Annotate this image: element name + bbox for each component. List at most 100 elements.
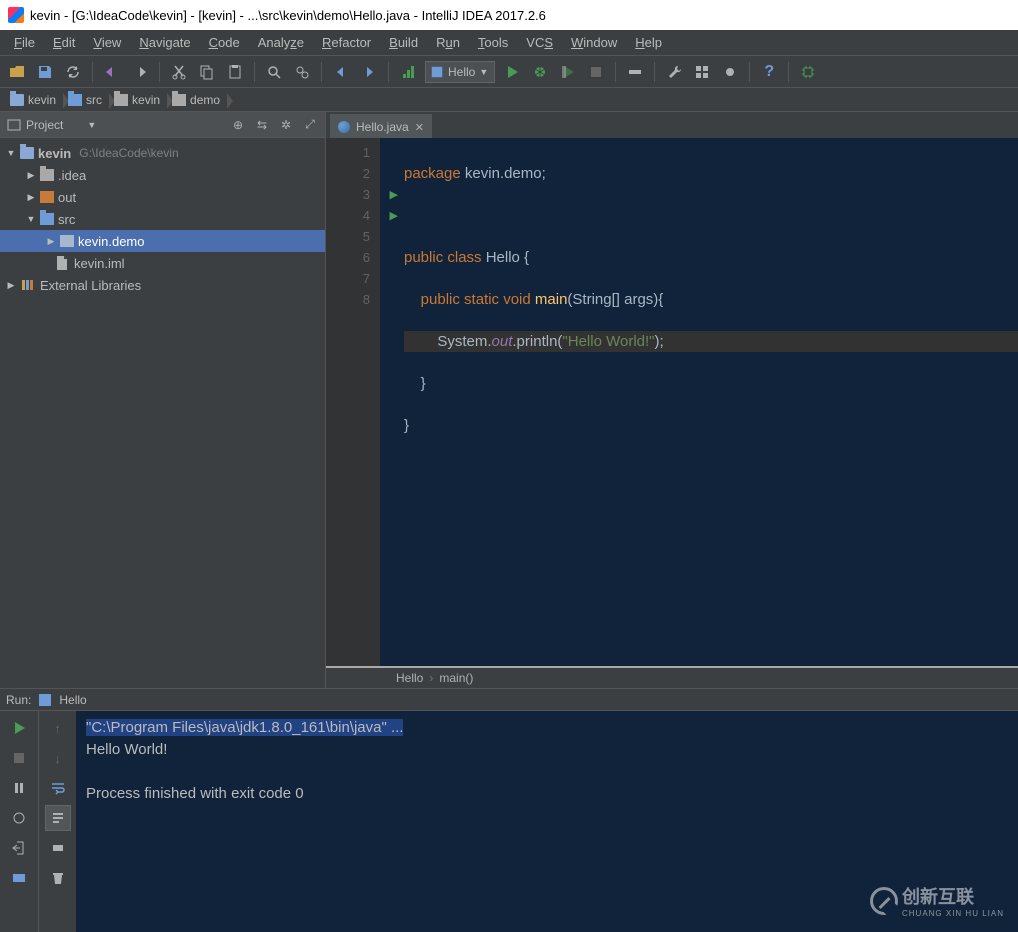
run-gutter-icon[interactable]: ▶ (390, 188, 398, 201)
line-number[interactable]: 8 (326, 289, 380, 310)
rerun-icon[interactable] (6, 715, 32, 741)
paste-icon[interactable] (224, 61, 246, 83)
find-icon[interactable] (263, 61, 285, 83)
console-output[interactable]: "C:\Program Files\java\jdk1.8.0_161\bin\… (76, 711, 1018, 932)
menu-view[interactable]: View (85, 33, 129, 52)
line-number[interactable]: 1 (326, 142, 380, 163)
stop-icon[interactable] (585, 61, 607, 83)
project-tree: ▼kevinG:\IdeaCode\kevin ▶.idea ▶out ▼src… (0, 138, 325, 300)
editor-area: Hello.java ✕ 1 2 3▶ 4▶ 5 6 7 8 package k… (326, 112, 1018, 688)
wrench-icon[interactable] (663, 61, 685, 83)
crumb-pkg1[interactable]: kevin (110, 91, 168, 109)
menu-file[interactable]: File (6, 33, 43, 52)
down-icon[interactable]: ↓ (45, 745, 71, 771)
line-number[interactable]: 7 (326, 268, 380, 289)
collapse-all-icon[interactable]: ⇆ (253, 116, 271, 134)
run-config-name: Hello (59, 693, 86, 707)
close-icon[interactable]: ✕ (415, 121, 424, 134)
pause-icon[interactable] (6, 775, 32, 801)
crumb-project[interactable]: kevin (6, 91, 64, 109)
dump-icon[interactable] (6, 805, 32, 831)
copy-icon[interactable] (196, 61, 218, 83)
menu-window[interactable]: Window (563, 33, 625, 52)
run-gutter-icon[interactable]: ▶ (390, 209, 398, 222)
tree-external-libs[interactable]: ▶External Libraries (0, 274, 325, 296)
redo-icon[interactable] (129, 61, 151, 83)
replace-icon[interactable] (291, 61, 313, 83)
tree-idea[interactable]: ▶.idea (0, 164, 325, 186)
save-icon[interactable] (34, 61, 56, 83)
undo-icon[interactable] (101, 61, 123, 83)
crumb-pkg2[interactable]: demo (168, 91, 228, 109)
soft-wrap-icon[interactable] (45, 775, 71, 801)
excluded-folder-icon (40, 191, 54, 203)
line-number[interactable]: 5 (326, 226, 380, 247)
module-folder-icon (10, 94, 24, 106)
up-icon[interactable]: ↑ (45, 715, 71, 741)
debug-icon[interactable] (529, 61, 551, 83)
module-icon (37, 692, 53, 708)
menu-edit[interactable]: Edit (45, 33, 83, 52)
structure-icon[interactable] (691, 61, 713, 83)
menu-code[interactable]: Code (201, 33, 248, 52)
menu-run[interactable]: Run (428, 33, 468, 52)
layout-icon[interactable] (6, 865, 32, 891)
help-icon[interactable]: ? (758, 61, 780, 83)
console-line: Process finished with exit code 0 (86, 783, 1008, 805)
chevron-down-icon[interactable]: ▼ (87, 120, 96, 130)
forward-icon[interactable] (358, 61, 380, 83)
console-line: Hello World! (86, 739, 1008, 761)
java-class-icon (338, 121, 350, 133)
module-folder-icon (20, 147, 34, 159)
tab-label: Hello.java (356, 120, 409, 134)
project-tool-window: Project▼ ⊕ ⇆ ✲ ⤢ ▼kevinG:\IdeaCode\kevin… (0, 112, 326, 688)
menu-refactor[interactable]: Refactor (314, 33, 379, 52)
run-icon[interactable] (501, 61, 523, 83)
menu-build[interactable]: Build (381, 33, 426, 52)
source-folder-icon (68, 94, 82, 106)
package-folder-icon (60, 235, 74, 247)
profiler-icon[interactable] (624, 61, 646, 83)
project-view-icon (6, 117, 22, 133)
editor-tab-hello[interactable]: Hello.java ✕ (330, 114, 432, 138)
cpu-icon[interactable] (797, 61, 819, 83)
menu-analyze[interactable]: Analyze (250, 33, 312, 52)
tree-out[interactable]: ▶out (0, 186, 325, 208)
breadcrumb-class[interactable]: Hello (396, 671, 423, 685)
line-number[interactable]: 2 (326, 163, 380, 184)
print-icon[interactable] (45, 835, 71, 861)
gear-icon[interactable]: ✲ (277, 116, 295, 134)
scroll-from-source-icon[interactable]: ⊕ (229, 116, 247, 134)
line-number[interactable]: 6 (326, 247, 380, 268)
exit-icon[interactable] (6, 835, 32, 861)
ant-icon[interactable] (719, 61, 741, 83)
tree-root[interactable]: ▼kevinG:\IdeaCode\kevin (0, 142, 325, 164)
stop-icon[interactable] (6, 745, 32, 771)
intellij-icon (8, 7, 24, 23)
run-label: Run: (6, 693, 31, 707)
module-icon (430, 65, 444, 79)
coverage-icon[interactable] (557, 61, 579, 83)
build-icon[interactable] (397, 61, 419, 83)
menu-navigate[interactable]: Navigate (131, 33, 198, 52)
hide-icon[interactable]: ⤢ (301, 116, 319, 134)
line-number[interactable]: 3▶ (326, 184, 380, 205)
run-configuration-dropdown[interactable]: Hello ▼ (425, 61, 495, 83)
back-icon[interactable] (330, 61, 352, 83)
menu-help[interactable]: Help (627, 33, 670, 52)
crumb-src[interactable]: src (64, 91, 110, 109)
line-number[interactable]: 4▶ (326, 205, 380, 226)
tree-iml[interactable]: kevin.iml (0, 252, 325, 274)
menu-tools[interactable]: Tools (470, 33, 516, 52)
cut-icon[interactable] (168, 61, 190, 83)
sync-icon[interactable] (62, 61, 84, 83)
scroll-to-end-icon[interactable] (45, 805, 71, 831)
menu-vcs[interactable]: VCS (518, 33, 561, 52)
code-editor[interactable]: package kevin.demo; public class Hello {… (380, 138, 1018, 666)
tree-src[interactable]: ▼src (0, 208, 325, 230)
breadcrumb-method[interactable]: main() (439, 671, 473, 685)
open-icon[interactable] (6, 61, 28, 83)
trash-icon[interactable] (45, 865, 71, 891)
run-actions-right: ↑ ↓ (38, 711, 76, 932)
tree-package[interactable]: ▶kevin.demo (0, 230, 325, 252)
